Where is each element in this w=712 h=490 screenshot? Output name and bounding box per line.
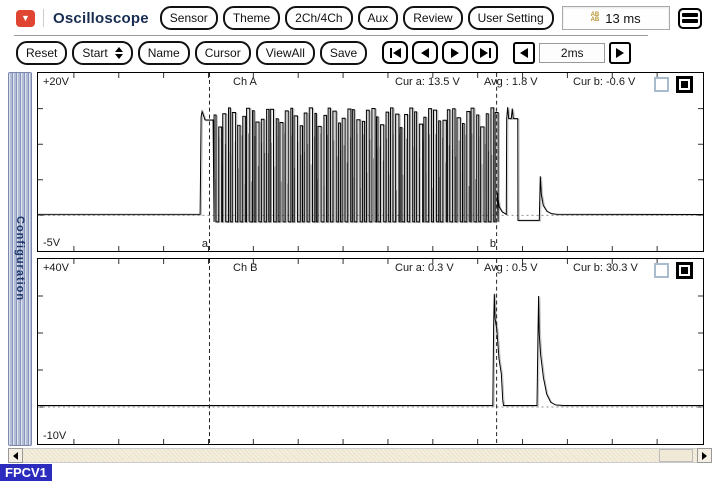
menu-icon	[682, 19, 698, 23]
menu-button[interactable]	[678, 8, 702, 29]
title-separator	[43, 9, 44, 27]
cursor-time-display: AB AB 13 ms	[562, 6, 670, 30]
channel-a-top-voltage-label: +20V	[43, 76, 69, 88]
cursor-button[interactable]: Cursor	[195, 41, 251, 65]
down-triangle-icon: ▼	[21, 14, 30, 23]
scrollbar-track[interactable]	[23, 448, 697, 463]
checkbox-fill-icon	[681, 81, 688, 88]
channel-b-avg-readout: Avg : 0.5 V	[484, 262, 538, 274]
configuration-panel-handle[interactable]: Configuration	[8, 72, 32, 446]
scroll-right-button[interactable]	[697, 448, 712, 463]
channel-a-cursor-b-readout: Cur b: -0.6 V	[573, 76, 635, 88]
channel-a-checkbox-checked[interactable]	[676, 76, 693, 93]
toolbar-row-2: Reset Start Name Cursor ViewAll Save 2ms	[0, 37, 712, 68]
review-button[interactable]: Review	[403, 6, 462, 30]
page-title: Oscilloscope	[53, 10, 149, 27]
channel-a-avg-readout: Avg : 1.8 V	[484, 76, 538, 88]
channel-a-cursor-a-readout: Cur a: 13.5 V	[395, 76, 460, 88]
save-button[interactable]: Save	[320, 41, 367, 65]
oscilloscope-app: ▼ Oscilloscope Sensor Theme 2Ch/4Ch Aux …	[0, 0, 712, 490]
checkbox-fill-icon	[681, 267, 688, 274]
channel-b-cursor-a-readout: Cur a: 0.3 V	[395, 262, 454, 274]
timebase-group: 2ms	[513, 42, 631, 64]
channel-b-name-label: Ch B	[233, 262, 257, 274]
channel-b-top-voltage-label: +40V	[43, 262, 69, 274]
left-triangle-icon	[520, 48, 528, 58]
timebase-value: 2ms	[539, 43, 605, 63]
skip-start-icon	[390, 48, 392, 58]
step-back-button[interactable]	[412, 41, 438, 64]
horizontal-scrollbar	[8, 448, 712, 463]
step-forward-button[interactable]	[442, 41, 468, 64]
cursor-time-value: 13 ms	[605, 11, 640, 26]
start-stepper-icon	[115, 47, 123, 59]
menu-icon	[682, 13, 698, 17]
right-triangle-icon	[616, 48, 624, 58]
theme-button[interactable]: Theme	[223, 6, 280, 30]
tab-fpcv1[interactable]: FPCV1	[0, 464, 52, 481]
left-triangle-icon	[13, 452, 18, 460]
channel-b-checkbox-unchecked[interactable]	[654, 263, 669, 278]
toolbar-row-1: ▼ Oscilloscope Sensor Theme 2Ch/4Ch Aux …	[0, 0, 712, 36]
channel-a-name-label: Ch A	[233, 76, 257, 88]
channel-a-plot: +20V -5V Ch A Cur a: 13.5 V Avg : 1.8 V …	[37, 72, 704, 252]
channel-b-canvas[interactable]	[38, 259, 703, 444]
channel-a-checkbox-unchecked[interactable]	[654, 77, 669, 92]
channel-a-canvas[interactable]	[38, 73, 703, 251]
channel-b-bottom-voltage-label: -10V	[43, 430, 66, 442]
step-forward-icon	[451, 48, 459, 58]
workspace: Configuration +20V -5V Ch A Cur a: 13.5 …	[0, 70, 712, 448]
reset-button[interactable]: Reset	[16, 41, 67, 65]
channel-b-checkbox-checked[interactable]	[676, 262, 693, 279]
app-menu-icon[interactable]: ▼	[16, 10, 35, 27]
sensor-button[interactable]: Sensor	[160, 6, 218, 30]
cursor-a-label: a	[196, 238, 208, 250]
channel-mode-button[interactable]: 2Ch/4Ch	[285, 6, 352, 30]
channel-a-bottom-voltage-label: -5V	[43, 237, 60, 249]
scroll-left-button[interactable]	[8, 448, 23, 463]
scrollbar-thumb[interactable]	[659, 449, 693, 462]
channel-b-plot: +40V -10V Ch B Cur a: 0.3 V Avg : 0.5 V …	[37, 258, 704, 445]
start-button[interactable]: Start	[72, 41, 132, 65]
cursor-b-label: b	[484, 238, 496, 250]
down-triangle-icon	[115, 54, 123, 59]
step-back-icon	[421, 48, 429, 58]
playback-group	[382, 41, 498, 64]
channel-b-cursor-b-readout: Cur b: 30.3 V	[573, 262, 638, 274]
right-triangle-icon	[702, 452, 707, 460]
up-triangle-icon	[115, 47, 123, 52]
timebase-decrease-button[interactable]	[513, 42, 535, 64]
user-setting-button[interactable]: User Setting	[468, 6, 554, 30]
view-all-button[interactable]: ViewAll	[256, 41, 315, 65]
skip-start-button[interactable]	[382, 41, 408, 64]
ab-cursor-icon: AB AB	[591, 13, 600, 23]
aux-button[interactable]: Aux	[358, 6, 399, 30]
skip-end-button[interactable]	[472, 41, 498, 64]
timebase-increase-button[interactable]	[609, 42, 631, 64]
name-button[interactable]: Name	[138, 41, 190, 65]
skip-end-icon	[480, 48, 488, 58]
toolbar-separator	[14, 35, 648, 36]
configuration-label: Configuration	[14, 216, 26, 301]
